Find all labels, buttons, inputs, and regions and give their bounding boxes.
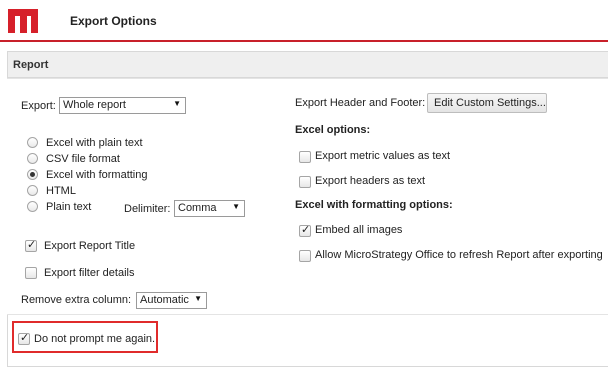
remove-column-value: Automatic	[140, 294, 189, 306]
export-headers-checkbox[interactable]	[299, 176, 311, 188]
export-filter-details-checkbox[interactable]	[25, 267, 37, 279]
report-section-header: Report	[8, 52, 608, 78]
radio-excel-formatting[interactable]	[27, 169, 38, 180]
radio-label: Excel with formatting	[46, 169, 148, 181]
export-scope-value: Whole report	[63, 99, 126, 111]
export-metric-values-checkbox[interactable]	[299, 151, 311, 163]
dropdown-arrow-icon: ▼	[194, 294, 202, 303]
radio-plain-text[interactable]	[27, 201, 38, 212]
remove-column-select[interactable]: Automatic ▼	[136, 292, 207, 309]
header-bar: Export Options	[0, 0, 608, 42]
allow-office-refresh-checkbox[interactable]	[299, 250, 311, 262]
delimiter-value: Comma	[178, 202, 217, 214]
remove-column-label: Remove extra column:	[21, 294, 132, 306]
checkbox-label: Export metric values as text	[315, 150, 451, 162]
dropdown-arrow-icon: ▼	[173, 99, 181, 108]
edit-custom-settings-button[interactable]: Edit Custom Settings...	[427, 93, 547, 113]
export-report-title-checkbox[interactable]	[25, 238, 37, 252]
checkbox-label: Embed all images	[315, 224, 403, 236]
delimiter-label: Delimiter:	[124, 203, 171, 215]
radio-label: Excel with plain text	[46, 137, 143, 149]
dropdown-arrow-icon: ▼	[232, 202, 240, 211]
radio-label: Plain text	[46, 201, 92, 213]
radio-label: HTML	[46, 185, 76, 197]
checkbox-label: Allow MicroStrategy Office to refresh Re…	[315, 249, 603, 261]
excel-options-title: Excel options:	[295, 124, 371, 136]
radio-label: CSV file format	[46, 153, 120, 165]
microstrategy-logo-icon	[8, 9, 38, 33]
header-footer-label: Export Header and Footer:	[295, 97, 426, 109]
radio-excel-plain[interactable]	[27, 137, 38, 148]
radio-html[interactable]	[27, 185, 38, 196]
page-title: Export Options	[70, 14, 157, 28]
delimiter-select[interactable]: Comma ▼	[174, 200, 245, 217]
do-not-prompt-checkbox[interactable]	[18, 331, 30, 345]
embed-all-images-checkbox[interactable]	[299, 223, 311, 237]
export-label: Export:	[21, 100, 56, 112]
formatting-options-title: Excel with formatting options:	[295, 199, 453, 211]
radio-csv[interactable]	[27, 153, 38, 164]
section-title: Report	[13, 59, 49, 71]
checkbox-label: Export headers as text	[315, 175, 426, 187]
do-not-prompt-label: Do not prompt me again.	[34, 333, 156, 345]
checkbox-label: Export Report Title	[44, 240, 136, 252]
export-scope-select[interactable]: Whole report ▼	[59, 97, 186, 114]
checkbox-label: Export filter details	[44, 267, 135, 279]
